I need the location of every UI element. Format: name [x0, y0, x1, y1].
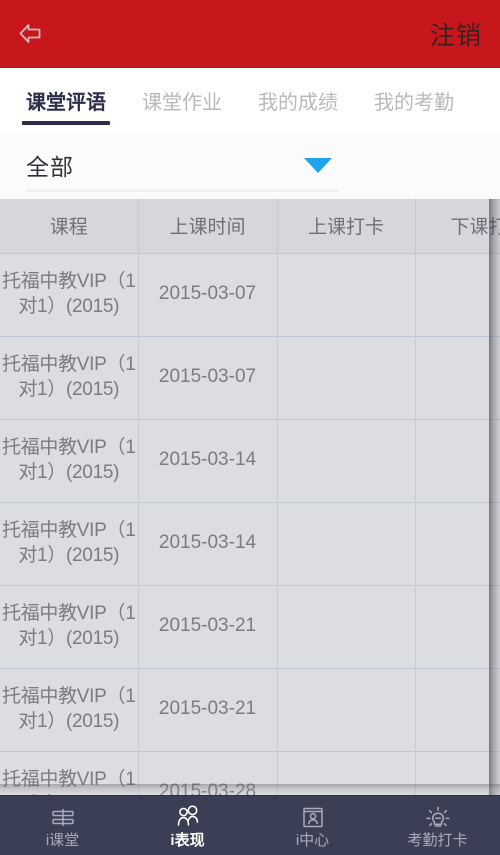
nav-label: i表现: [170, 831, 205, 849]
logout-button[interactable]: 注销: [430, 16, 482, 52]
id-card-icon: [301, 804, 325, 831]
cell-course: 托福中教VIP（1对1）(2015): [0, 502, 139, 586]
tab-classroom-homework[interactable]: 课堂作业: [138, 68, 226, 133]
cell-checkout: [415, 668, 500, 752]
vertical-scrollbar[interactable]: [489, 199, 500, 795]
filter-bar: 全部: [0, 133, 500, 199]
tab-classroom-comments[interactable]: 课堂评语: [22, 68, 110, 133]
cell-checkout: [415, 336, 500, 420]
cell-checkout: [415, 253, 500, 337]
cell-class-time: 2015-03-14: [138, 502, 278, 586]
chevron-down-icon[interactable]: [304, 158, 332, 173]
filter-dropdown[interactable]: 全部: [26, 140, 338, 192]
nav-label: 考勤打卡: [407, 831, 468, 849]
tab-my-attendance[interactable]: 我的考勤: [370, 68, 458, 133]
column-header-class-time[interactable]: 上课时间: [138, 199, 278, 254]
nav-label: i课堂: [45, 831, 80, 849]
table-row[interactable]: 托福中教VIP（1对1）(2015) 2015-03-14: [0, 502, 500, 586]
cell-class-time: 2015-03-07: [138, 253, 278, 337]
nav-item-attendance-checkin[interactable]: 考勤打卡: [375, 796, 500, 855]
cell-checkin: [277, 502, 416, 586]
app-root: 注销 课堂评语 课堂作业 我的成绩 我的考勤 全部 课程 上课时间 上课打卡 下…: [0, 0, 500, 855]
nav-item-iperformance[interactable]: i表现: [125, 796, 250, 855]
nav-item-iclassroom[interactable]: i课堂: [0, 796, 125, 855]
cell-course: 托福中教VIP（1对1）(2015): [0, 336, 139, 420]
cell-class-time: 2015-03-21: [138, 668, 278, 752]
tab-label: 课堂作业: [142, 92, 222, 114]
top-app-bar: 注销: [0, 0, 500, 68]
cell-checkin: [277, 336, 416, 420]
cell-class-time: 2015-03-07: [138, 336, 278, 420]
back-arrow-icon[interactable]: [14, 17, 48, 51]
cell-checkout: [415, 419, 500, 503]
cell-course: 托福中教VIP（1对1）(2015): [0, 253, 139, 337]
tab-label: 我的考勤: [374, 92, 454, 114]
cell-checkout: [415, 502, 500, 586]
table-body: 托福中教VIP（1对1）(2015) 2015-03-07 托福中教VIP（1对…: [0, 253, 500, 795]
cell-course: 托福中教VIP（1对1）(2015): [0, 585, 139, 669]
back-button[interactable]: [14, 17, 48, 51]
horizontal-scrollbar[interactable]: [0, 784, 500, 795]
cell-class-time: 2015-03-14: [138, 419, 278, 503]
cell-checkin: [277, 585, 416, 669]
cell-checkout: [415, 585, 500, 669]
bottom-navigation-bar: i课堂 i表现 i中心 考勤打卡: [0, 795, 500, 855]
table-row[interactable]: 托福中教VIP（1对1）(2015) 2015-03-07: [0, 253, 500, 337]
table-row[interactable]: 托福中教VIP（1对1）(2015) 2015-03-21: [0, 668, 500, 752]
tab-my-scores[interactable]: 我的成绩: [254, 68, 342, 133]
cell-checkin: [277, 253, 416, 337]
tab-label: 课堂评语: [26, 92, 106, 114]
nav-label: i中心: [295, 831, 330, 849]
attendance-table: 课程 上课时间 上课打卡 下课打卡 托福中教VIP（1对1）(2015) 201…: [0, 199, 500, 795]
cell-course: 托福中教VIP（1对1）(2015): [0, 668, 139, 752]
column-header-course[interactable]: 课程: [0, 199, 139, 254]
cell-checkin: [277, 419, 416, 503]
column-header-checkin[interactable]: 上课打卡: [277, 199, 416, 254]
table-header-row: 课程 上课时间 上课打卡 下课打卡: [0, 199, 500, 254]
column-header-checkout[interactable]: 下课打卡: [415, 199, 500, 254]
books-icon: [50, 804, 76, 831]
tab-label: 我的成绩: [258, 92, 338, 114]
cell-checkin: [277, 668, 416, 752]
filter-selected-value: 全部: [26, 153, 74, 180]
attendance-table-container[interactable]: 课程 上课时间 上课打卡 下课打卡 托福中教VIP（1对1）(2015) 201…: [0, 199, 500, 795]
table-row[interactable]: 托福中教VIP（1对1）(2015) 2015-03-07: [0, 336, 500, 420]
nav-item-icenter[interactable]: i中心: [250, 796, 375, 855]
table-header: 课程 上课时间 上课打卡 下课打卡: [0, 199, 500, 254]
table-row[interactable]: 托福中教VIP（1对1）(2015) 2015-03-21: [0, 585, 500, 669]
cell-course: 托福中教VIP（1对1）(2015): [0, 419, 139, 503]
tab-bar: 课堂评语 课堂作业 我的成绩 我的考勤: [0, 68, 500, 133]
lightbulb-icon: [425, 804, 451, 831]
cell-class-time: 2015-03-21: [138, 585, 278, 669]
people-icon: [174, 804, 201, 831]
table-row[interactable]: 托福中教VIP（1对1）(2015) 2015-03-14: [0, 419, 500, 503]
